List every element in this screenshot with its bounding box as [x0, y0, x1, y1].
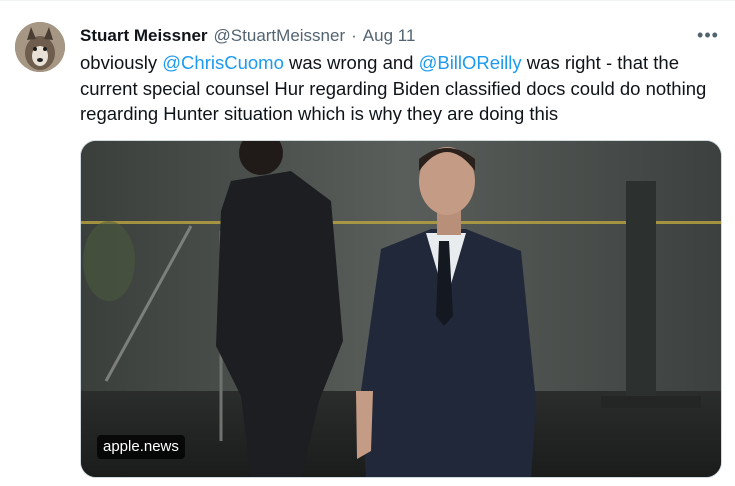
separator-dot: ·: [351, 26, 357, 45]
tweet-text-part: obviously: [80, 52, 163, 73]
top-divider: [0, 0, 735, 1]
tweet-text-part: was wrong and: [283, 52, 419, 73]
tweet-header: Stuart Meissner @StuartMeissner · Aug 11: [80, 24, 415, 48]
more-options-icon[interactable]: •••: [695, 22, 721, 48]
dog-avatar-icon: [15, 22, 65, 72]
photo-image: [81, 141, 721, 477]
mention-chriscuomo[interactable]: @ChrisCuomo: [162, 52, 284, 73]
avatar[interactable]: [15, 22, 65, 72]
author-handle[interactable]: @StuartMeissner: [214, 26, 346, 46]
author-name[interactable]: Stuart Meissner: [80, 26, 208, 46]
tweet-text: obviously @ChrisCuomo was wrong and @Bil…: [80, 50, 720, 127]
tweet-date[interactable]: Aug 11: [363, 26, 416, 46]
source-badge: apple.news: [97, 435, 185, 459]
mention-billoreilly[interactable]: @BillOReilly: [419, 52, 522, 73]
tweet-media-photo[interactable]: apple.news: [80, 140, 722, 478]
